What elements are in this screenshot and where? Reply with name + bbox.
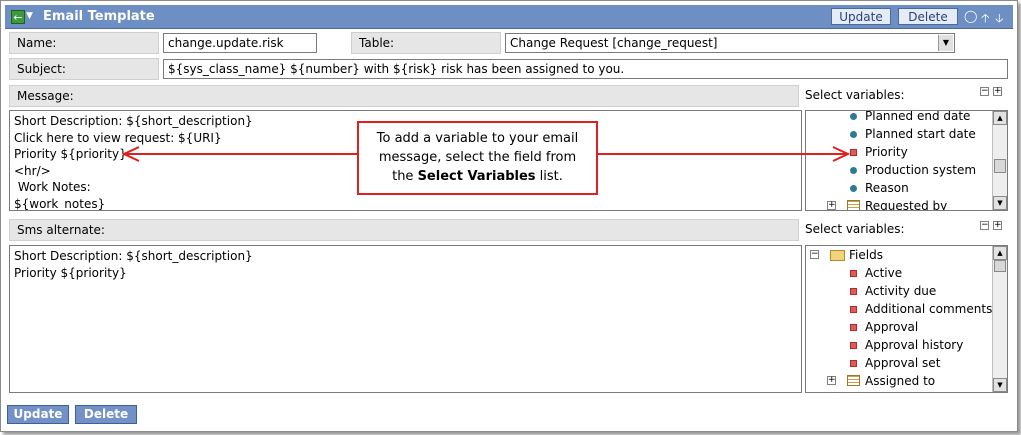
- title-bar: ← ▼ Email Template Update Delete ◯ 🡡 🡣: [5, 5, 1013, 29]
- variable-label: Approval: [865, 320, 919, 334]
- message-line: ${work_notes}: [14, 196, 106, 211]
- sms-line: Priority ${priority}: [14, 265, 127, 280]
- variable-item[interactable]: Additional comments: [806, 300, 993, 318]
- collapse-icon[interactable]: −: [980, 87, 989, 96]
- variables-list-top[interactable]: Planned end date Planned start date Prio…: [805, 110, 1008, 211]
- fields-node[interactable]: − Fields: [806, 246, 991, 264]
- variables-list-bottom[interactable]: − Fields Active Activity due Additional …: [805, 245, 1008, 393]
- sms-textarea[interactable]: Short Description: ${short_description} P…: [9, 245, 802, 393]
- variable-item[interactable]: Reason: [806, 179, 991, 197]
- variable-label: Requested by: [865, 199, 948, 211]
- variable-item[interactable]: Priority: [806, 143, 991, 161]
- variable-label: Active: [865, 266, 903, 280]
- variable-item[interactable]: + Requested by: [806, 197, 991, 211]
- subject-label: Subject:: [9, 58, 159, 80]
- variable-label: Approval set: [865, 356, 941, 370]
- square-icon: [850, 270, 857, 277]
- message-label: Message:: [9, 85, 799, 107]
- variable-label: Planned end date: [865, 110, 971, 123]
- dot-icon: [850, 167, 857, 174]
- subject-field[interactable]: ${sys_class_name} ${number} with ${risk}…: [163, 59, 1008, 79]
- variable-item[interactable]: Activity due: [806, 282, 991, 300]
- table-select[interactable]: Change Request [change_request] ▼: [505, 33, 955, 53]
- expand-node-icon[interactable]: +: [827, 201, 836, 210]
- expand-icon[interactable]: +: [993, 87, 1002, 96]
- variable-item[interactable]: Approval: [806, 318, 991, 336]
- sms-line: Short Description: ${short_description}: [14, 249, 253, 263]
- name-field[interactable]: change.update.risk: [163, 33, 317, 53]
- folder-icon: [830, 250, 845, 261]
- variable-label: Activity due: [865, 284, 937, 298]
- variable-label: Reason: [865, 181, 909, 195]
- dot-icon: [850, 131, 857, 138]
- variable-item[interactable]: Planned end date: [806, 110, 991, 125]
- select-variables-label-top: Select variables:: [805, 88, 905, 102]
- scroll-up-icon[interactable]: ▲: [993, 246, 1007, 260]
- back-arrow-icon[interactable]: ←: [11, 10, 25, 24]
- scroll-down-icon[interactable]: ▼: [993, 378, 1007, 392]
- expand-node-icon[interactable]: +: [827, 376, 836, 385]
- scroll-down-icon[interactable]: ▼: [993, 196, 1007, 210]
- email-template-window: ← ▼ Email Template Update Delete ◯ 🡡 🡣 N…: [0, 0, 1018, 432]
- variable-item[interactable]: Active: [806, 264, 991, 282]
- callout-line: To add a variable to your email: [376, 131, 579, 146]
- scroll-up-icon[interactable]: ▲: [993, 111, 1007, 125]
- scrollbar[interactable]: ▲ ▼: [992, 246, 1007, 392]
- attachment-icon[interactable]: ◯: [964, 9, 977, 23]
- scroll-thumb[interactable]: [994, 260, 1006, 272]
- fields-label: Fields: [849, 248, 883, 262]
- variable-label: Assigned to: [865, 374, 936, 388]
- variable-item[interactable]: Production system: [806, 161, 991, 179]
- variable-label: Planned start date: [865, 127, 976, 141]
- variable-label: Approval history: [865, 338, 964, 352]
- name-label: Name:: [9, 32, 159, 54]
- callout-line: the Select Variables list.: [392, 169, 563, 184]
- instruction-callout: To add a variable to your email message,…: [357, 121, 598, 195]
- square-icon: [850, 149, 857, 156]
- square-icon: [850, 324, 857, 331]
- select-variables-label-bottom: Select variables:: [805, 222, 905, 236]
- arrow-down-icon[interactable]: 🡣: [995, 9, 1004, 30]
- header-delete-button[interactable]: Delete: [898, 8, 958, 25]
- arrow-up-icon[interactable]: 🡡: [981, 9, 990, 30]
- table-label: Table:: [351, 32, 501, 54]
- dot-icon: [850, 185, 857, 192]
- sms-label: Sms alternate:: [9, 219, 799, 241]
- variable-item[interactable]: + Assigned to: [806, 372, 991, 390]
- collapse-node-icon[interactable]: −: [810, 250, 819, 259]
- scroll-thumb[interactable]: [994, 159, 1006, 173]
- square-icon: [850, 288, 857, 295]
- page-title: Email Template: [43, 9, 155, 24]
- variable-item[interactable]: Planned start date: [806, 125, 991, 143]
- variable-label: Priority: [865, 145, 908, 159]
- square-icon: [850, 342, 857, 349]
- variable-label: Production system: [865, 163, 977, 177]
- expand-icon[interactable]: +: [993, 221, 1002, 230]
- callout-line: message, select the field from: [378, 150, 577, 165]
- chevron-down-icon[interactable]: ▼: [938, 35, 953, 51]
- update-button[interactable]: Update: [7, 405, 69, 424]
- dot-icon: [850, 113, 857, 120]
- table-icon: [847, 200, 860, 210]
- table-icon: [847, 375, 860, 386]
- header-update-button[interactable]: Update: [831, 8, 891, 25]
- square-icon: [850, 360, 857, 367]
- table-select-value: Change Request [change_request]: [510, 36, 718, 50]
- context-menu-caret-icon[interactable]: ▼: [26, 11, 33, 21]
- variable-item[interactable]: Approval history: [806, 336, 991, 354]
- scrollbar[interactable]: ▲ ▼: [992, 111, 1007, 210]
- delete-button[interactable]: Delete: [75, 405, 137, 424]
- variable-item[interactable]: Approval set: [806, 354, 991, 372]
- square-icon: [850, 306, 857, 313]
- variable-label: Additional comments: [865, 302, 993, 316]
- collapse-icon[interactable]: −: [980, 221, 989, 230]
